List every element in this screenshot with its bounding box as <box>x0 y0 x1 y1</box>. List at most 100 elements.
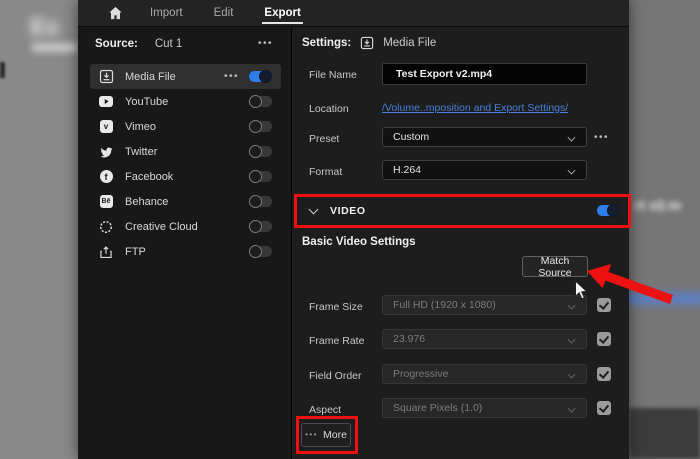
source-label: Source: <box>95 38 138 50</box>
window-body: Source: Cut 1 Media File <box>78 27 629 459</box>
youtube-toggle[interactable] <box>249 96 272 107</box>
video-section-header[interactable]: VIDEO <box>292 195 629 226</box>
destination-twitter[interactable]: Twitter <box>90 139 281 164</box>
chevron-down-icon <box>568 370 576 378</box>
twitter-bird-icon <box>98 144 114 160</box>
behance-toggle[interactable] <box>249 196 272 207</box>
location-label: Location <box>309 103 349 115</box>
frame-size-checkbox[interactable] <box>597 298 611 312</box>
settings-label: Settings: <box>302 37 351 49</box>
creative-cloud-icon <box>98 219 114 235</box>
tab-import[interactable]: Import <box>148 1 185 25</box>
format-dropdown[interactable]: H.264 <box>382 160 587 180</box>
basic-video-settings-title: Basic Video Settings <box>302 236 416 248</box>
chevron-down-icon <box>568 166 576 174</box>
preset-value: Custom <box>393 131 429 143</box>
workspace-tabs: Import Edit Export <box>148 1 303 25</box>
file-name-label: File Name <box>309 69 357 81</box>
destination-ftp[interactable]: FTP <box>90 239 281 264</box>
source-header: Source: Cut 1 <box>78 27 291 58</box>
behance-icon: Bē <box>98 194 114 210</box>
home-button[interactable] <box>107 5 123 21</box>
destination-list: Media File YouTube <box>78 64 291 264</box>
background-blurred-underline <box>32 44 78 51</box>
facebook-icon: f <box>98 169 114 185</box>
field-order-checkbox[interactable] <box>597 367 611 381</box>
source-menu-ellipsis-icon[interactable] <box>258 39 273 49</box>
creative-cloud-toggle[interactable] <box>249 221 272 232</box>
facebook-toggle[interactable] <box>249 171 272 182</box>
vimeo-icon: v <box>98 119 114 135</box>
chevron-down-icon <box>309 206 318 215</box>
aspect-dropdown[interactable]: Square Pixels (1.0) <box>382 398 587 418</box>
ftp-toggle[interactable] <box>249 246 272 257</box>
more-label: More <box>323 429 347 441</box>
background-notch <box>0 62 5 78</box>
background-blur-right: rt v2.m <box>629 0 700 459</box>
destination-facebook[interactable]: f Facebook <box>90 164 281 189</box>
aspect-checkbox[interactable] <box>597 401 611 415</box>
frame-rate-label: Frame Rate <box>309 335 364 347</box>
background-blur-left: Ex <box>0 0 78 459</box>
field-order-label: Field Order <box>309 370 362 382</box>
media-file-download-icon <box>360 36 374 50</box>
tab-export[interactable]: Export <box>262 1 302 25</box>
top-navigation-bar: Import Edit Export <box>78 0 629 27</box>
destination-label: YouTube <box>125 96 168 108</box>
format-label: Format <box>309 166 342 178</box>
destinations-sidebar: Source: Cut 1 Media File <box>78 27 292 459</box>
video-section-toggle[interactable] <box>597 205 620 216</box>
media-file-download-icon <box>98 69 114 85</box>
field-order-dropdown[interactable]: Progressive <box>382 364 587 384</box>
export-settings-panel: Settings: Media File File Name Location … <box>292 27 629 459</box>
destination-media-file[interactable]: Media File <box>90 64 281 89</box>
media-file-toggle[interactable] <box>249 71 272 82</box>
youtube-icon <box>98 94 114 110</box>
chevron-down-icon <box>568 335 576 343</box>
destination-label: Behance <box>125 196 168 208</box>
frame-rate-value: 23.976 <box>393 333 425 345</box>
match-source-button[interactable]: Match Source <box>522 256 588 277</box>
destination-vimeo[interactable]: v Vimeo <box>90 114 281 139</box>
preset-label: Preset <box>309 133 339 145</box>
media-file-menu-ellipsis-icon[interactable] <box>224 72 239 82</box>
background-dark-panel <box>629 408 700 459</box>
tab-edit[interactable]: Edit <box>212 1 236 25</box>
destination-label: FTP <box>125 246 146 258</box>
destination-youtube[interactable]: YouTube <box>90 89 281 114</box>
aspect-label: Aspect <box>309 404 341 416</box>
settings-header: Settings: Media File <box>302 36 436 50</box>
destination-label: Vimeo <box>125 121 156 133</box>
aspect-value: Square Pixels (1.0) <box>393 402 482 414</box>
format-value: H.264 <box>393 164 421 176</box>
twitter-toggle[interactable] <box>249 146 272 157</box>
field-order-value: Progressive <box>393 368 448 380</box>
video-section-label: VIDEO <box>330 205 366 217</box>
vimeo-toggle[interactable] <box>249 121 272 132</box>
chevron-down-icon <box>568 404 576 412</box>
frame-rate-checkbox[interactable] <box>597 332 611 346</box>
destination-creative-cloud[interactable]: Creative Cloud <box>90 214 281 239</box>
preset-dropdown[interactable]: Custom <box>382 127 587 147</box>
frame-rate-dropdown[interactable]: 23.976 <box>382 329 587 349</box>
home-icon <box>108 6 123 20</box>
destination-label: Twitter <box>125 146 157 158</box>
premiere-export-window: Import Edit Export Source: Cut 1 <box>78 0 629 459</box>
more-ellipsis-icon <box>305 431 318 439</box>
preset-menu-ellipsis-icon[interactable] <box>594 133 609 143</box>
background-blurred-link <box>629 292 700 305</box>
more-button[interactable]: More <box>301 423 351 447</box>
file-name-input[interactable] <box>382 63 587 85</box>
background-blurred-text-left: Ex <box>30 14 59 42</box>
destination-label: Media File <box>125 71 176 83</box>
frame-size-dropdown[interactable]: Full HD (1920 x 1080) <box>382 295 587 315</box>
chevron-down-icon <box>568 133 576 141</box>
source-value: Cut 1 <box>155 38 183 50</box>
ftp-upload-icon <box>98 244 114 260</box>
settings-destination-name: Media File <box>383 37 436 49</box>
destination-label: Creative Cloud <box>125 221 198 233</box>
location-link[interactable]: /Volume..mposition and Export Settings/ <box>382 102 568 114</box>
chevron-down-icon <box>568 301 576 309</box>
screenshot-root: Ex rt v2.m Import Edit Export Source: <box>0 0 700 459</box>
destination-behance[interactable]: Bē Behance <box>90 189 281 214</box>
